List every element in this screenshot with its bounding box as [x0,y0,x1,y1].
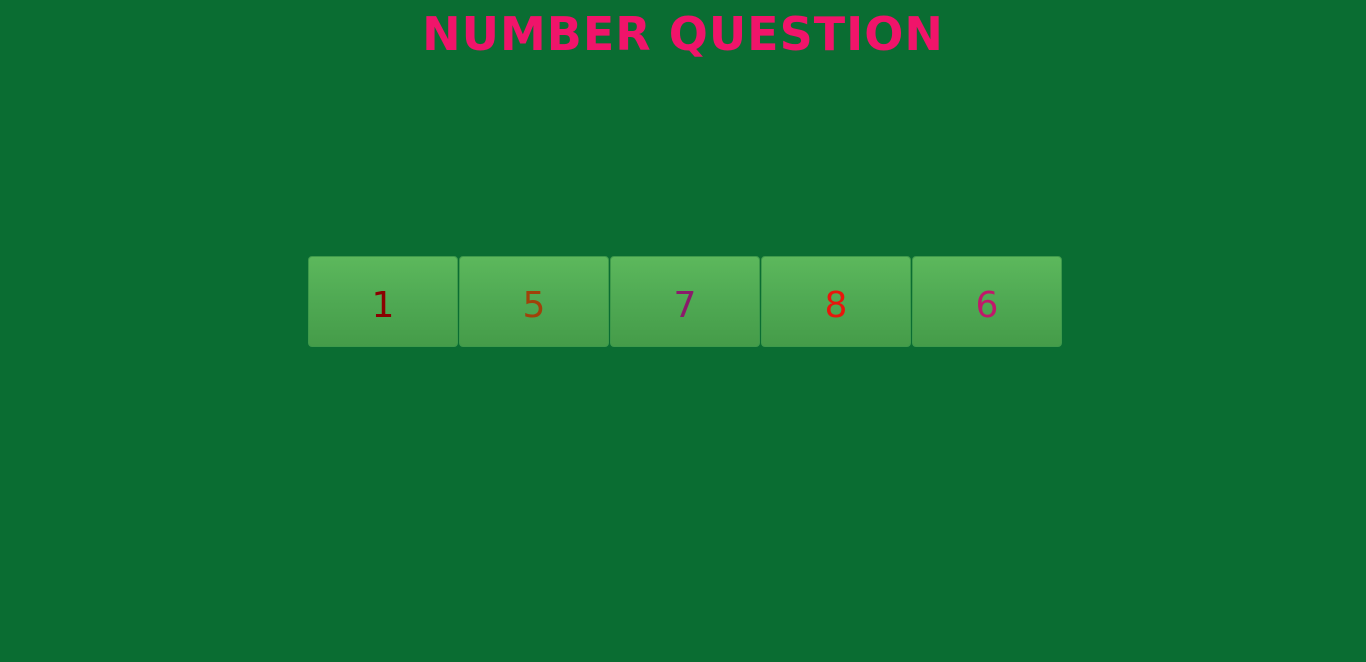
number-tile-7[interactable]: 7 [610,256,760,347]
number-tile-8[interactable]: 8 [761,256,911,347]
number-tile-1[interactable]: 1 [308,256,458,347]
number-tile-5[interactable]: 5 [459,256,609,347]
number-tile-label: 1 [371,284,395,326]
page-title: NUMBER QUESTION [422,7,944,61]
number-tile-label: 5 [522,284,546,326]
number-tile-label: 8 [824,284,848,326]
number-tile-6[interactable]: 6 [912,256,1062,347]
number-tile-label: 7 [673,284,697,326]
number-tile-label: 6 [975,284,999,326]
number-tiles: 1 5 7 8 6 [308,256,1062,347]
